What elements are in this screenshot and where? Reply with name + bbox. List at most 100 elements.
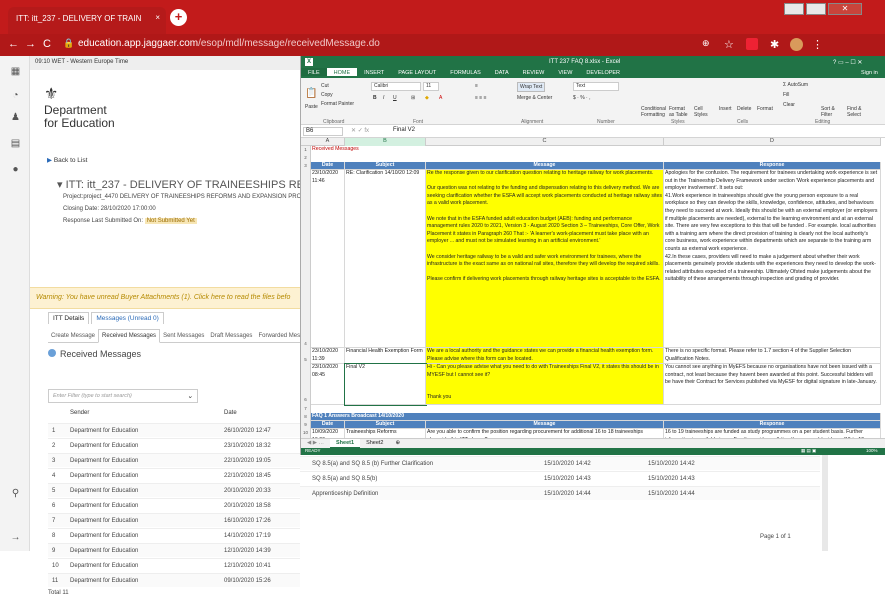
view-icons[interactable]: ▦ ▤ ▣ xyxy=(801,448,816,454)
tab-messages[interactable]: Messages (Unread 0) xyxy=(91,312,164,324)
tab-sent-messages[interactable]: Sent Messages xyxy=(160,330,207,342)
table-row[interactable]: 2 Department for Education 23/10/2020 18:3… xyxy=(48,438,300,452)
expand-icon[interactable]: → xyxy=(9,532,22,543)
format-painter-button[interactable]: Format Painter xyxy=(321,101,354,107)
col-d-header[interactable]: D xyxy=(664,138,881,146)
format-as-table-button[interactable]: Format as Table xyxy=(669,106,691,118)
star-icon[interactable]: ☆ xyxy=(724,38,734,51)
wrap-text-button[interactable]: Wrap Text xyxy=(517,82,546,92)
conditional-formatting-button[interactable]: Conditional Formatting xyxy=(641,106,667,118)
align-top-icon[interactable]: ≡ xyxy=(475,83,478,89)
maximize-icon[interactable] xyxy=(806,3,826,15)
sort-filter-button[interactable]: Sort & Filter xyxy=(821,106,845,118)
table-row[interactable]: 7 Department for Education 16/10/2020 17:2… xyxy=(48,513,300,527)
tab-itt-details[interactable]: ITT Details xyxy=(48,312,90,324)
cell-styles-button[interactable]: Cell Styles xyxy=(694,106,712,118)
ribbon-tab-view[interactable]: VIEW xyxy=(551,68,579,76)
paste-button[interactable]: Paste xyxy=(305,104,318,110)
close-window-icon[interactable]: ✕ xyxy=(828,3,862,15)
fill-color-icon[interactable]: ◆ xyxy=(425,95,429,101)
italic-icon[interactable]: I xyxy=(383,95,384,101)
cell-a8[interactable]: FAQ 1 Answers Broadcast 14/10/2020 xyxy=(311,413,881,421)
cell-c6[interactable]: Hi - Can you please advise what you need… xyxy=(426,364,664,405)
hdr2-response[interactable]: Response xyxy=(664,421,881,429)
table-row[interactable]: 6 Department for Education 20/10/2020 18:5… xyxy=(48,498,300,512)
fill-button[interactable]: Fill xyxy=(783,92,789,98)
col-b-header[interactable]: B xyxy=(345,138,426,146)
table-row[interactable]: 8 Department for Education 14/10/2020 17:1… xyxy=(48,528,300,542)
hdr-date[interactable]: Date xyxy=(311,162,345,170)
cell-b6[interactable]: Final V2 xyxy=(344,363,427,406)
ribbon-tab-page-layout[interactable]: PAGE LAYOUT xyxy=(391,68,443,76)
col-a-header[interactable]: A xyxy=(311,138,345,146)
reload-icon[interactable]: C xyxy=(43,38,51,50)
cell-c4[interactable]: Re the response given to our clarificati… xyxy=(426,170,664,348)
filter-input[interactable]: Enter Filter (type to start search) ⌄ xyxy=(48,389,198,403)
new-tab-button[interactable]: + xyxy=(170,9,187,26)
chevron-down-icon[interactable]: ⌄ xyxy=(187,392,193,400)
table-row[interactable]: SQ 8.5(a) and SQ 8.5 (b) Further Clarifi… xyxy=(300,456,820,470)
col-date[interactable]: Date xyxy=(224,410,237,416)
table-row[interactable]: 4 Department for Education 22/10/2020 18:4… xyxy=(48,468,300,482)
sign-in-link[interactable]: Sign in xyxy=(861,68,878,76)
avatar[interactable] xyxy=(790,38,803,51)
hdr2-message[interactable]: Message xyxy=(426,421,664,429)
minimize-icon[interactable] xyxy=(784,3,804,15)
browser-tab[interactable]: ITT: itt_237 - DELIVERY OF TRAIN × xyxy=(8,7,166,34)
grid-icon[interactable]: ▦ xyxy=(9,66,22,77)
warning-banner[interactable]: Warning: You have unread Buyer Attachmen… xyxy=(30,287,300,309)
cell-d5[interactable]: There is no specific format. Please refe… xyxy=(664,348,881,364)
document-icon[interactable]: ▤ xyxy=(9,138,22,149)
ribbon-tab-insert[interactable]: INSERT xyxy=(357,68,391,76)
tab-draft-messages[interactable]: Draft Messages xyxy=(207,330,255,342)
cell-b4[interactable]: RE: Clarification 14/10/20 12:09 xyxy=(345,170,426,348)
zoom-level[interactable]: 100% xyxy=(866,448,878,453)
url-field[interactable]: education.app.jaggaer.com/esop/mdl/messa… xyxy=(78,38,380,49)
font-size-select[interactable]: 11 xyxy=(423,82,439,91)
cell-c10[interactable]: Are you able to confirm the position reg… xyxy=(426,429,664,438)
tab-received-messages[interactable]: Received Messages xyxy=(98,329,161,343)
hdr-message[interactable]: Message xyxy=(426,162,664,170)
cell-b5[interactable]: Financial Health Exemption Form xyxy=(345,348,426,364)
gauge-icon[interactable]: ◔ xyxy=(9,90,22,101)
name-box[interactable]: B6 xyxy=(303,127,343,136)
table-row[interactable]: 5 Department for Education 20/10/2020 20:3… xyxy=(48,483,300,497)
table-row[interactable]: 3 Department for Education 22/10/2020 19:0… xyxy=(48,453,300,467)
person-icon[interactable]: ♟ xyxy=(9,112,22,123)
extension-icon[interactable] xyxy=(746,38,758,50)
col-c-header[interactable]: C xyxy=(426,138,664,146)
excel-window-buttons[interactable]: ? ▭ – ☐ ✕ xyxy=(833,59,862,66)
ribbon-tab-data[interactable]: DATA xyxy=(488,68,516,76)
cell-d10[interactable]: 16 to 19 traineeships are funded as stud… xyxy=(664,429,881,438)
insert-button[interactable]: Insert xyxy=(719,106,732,112)
font-color-icon[interactable]: A xyxy=(439,95,442,101)
zoom-icon[interactable]: ⊕ xyxy=(702,38,710,49)
ribbon-tab-home[interactable]: HOME xyxy=(326,68,358,76)
font-name-select[interactable]: Calibri xyxy=(371,82,421,91)
sheet-nav-icon[interactable]: ◀ ▶ … xyxy=(301,439,330,447)
table-row[interactable]: 11 Department for Education 09/10/2020 15:… xyxy=(48,573,300,587)
col-sender[interactable]: Sender xyxy=(70,410,89,416)
forward-arrow-icon[interactable]: → xyxy=(25,38,36,50)
find-select-button[interactable]: Find & Select xyxy=(847,106,871,118)
cut-button[interactable]: Cut xyxy=(321,83,329,89)
cell-c5[interactable]: We are a local authority and the guidanc… xyxy=(426,348,664,364)
sheet-tab-2[interactable]: Sheet2 xyxy=(360,439,389,447)
ribbon-tab-developer[interactable]: DEVELOPER xyxy=(579,68,627,76)
number-format-icons[interactable]: $ · % · , xyxy=(573,95,591,101)
table-row[interactable]: 10 Department for Education 12/10/2020 10:… xyxy=(48,558,300,572)
copy-button[interactable]: Copy xyxy=(321,92,333,98)
cell-b10[interactable]: Traineeships Reforms xyxy=(345,429,426,438)
back-arrow-icon[interactable]: ← xyxy=(8,38,19,50)
hdr-subject[interactable]: Subject xyxy=(345,162,426,170)
formula-input[interactable]: Final V2 xyxy=(393,127,415,133)
cell-a10[interactable]: 10/09/2020 16:06 xyxy=(311,429,345,438)
cell-d6[interactable]: You cannot see anything in MyEFS because… xyxy=(664,364,881,405)
table-row[interactable]: 9 Department for Education 12/10/2020 14:3… xyxy=(48,543,300,557)
cell-a5[interactable]: 23/10/2020 11:39 xyxy=(311,348,345,364)
add-sheet-button[interactable]: ⊕ xyxy=(390,439,407,447)
cell-a6[interactable]: 23/10/2020 08:45 xyxy=(311,364,345,405)
bold-icon[interactable]: B xyxy=(373,95,377,101)
table-row[interactable]: Apprenticeship Definition 15/10/2020 14:4… xyxy=(300,486,820,500)
table-row[interactable]: SQ 8.5(a) and SQ 8.5(b) 15/10/2020 14:43 1… xyxy=(300,471,820,485)
